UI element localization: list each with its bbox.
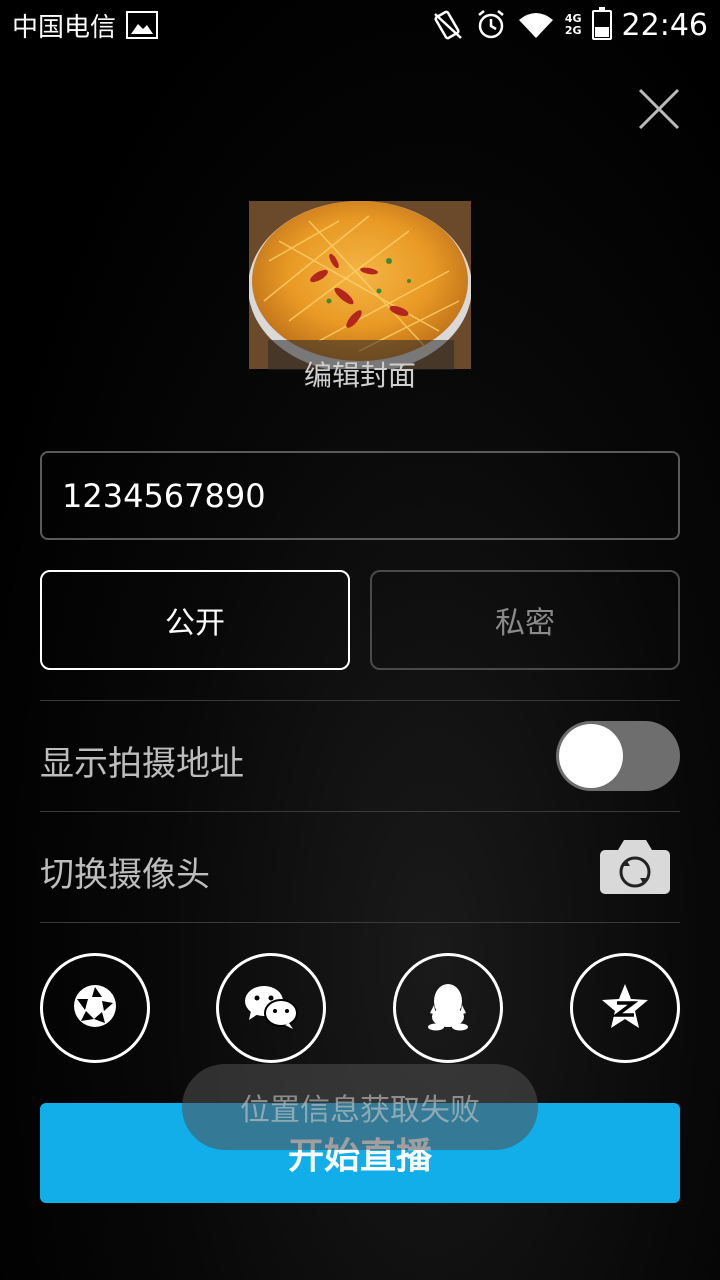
divider [40, 811, 680, 812]
wechat-icon [243, 983, 299, 1033]
moments-icon [72, 983, 118, 1033]
toast-message: 位置信息获取失败 [182, 1064, 538, 1150]
public-button[interactable]: 公开 [40, 570, 350, 670]
signal-icon: 4G 2G [565, 13, 582, 37]
private-button[interactable]: 私密 [370, 570, 680, 670]
title-input[interactable]: 1234567890 [40, 451, 680, 540]
share-moments-button[interactable] [40, 953, 150, 1063]
show-location-label: 显示拍摄地址 [40, 744, 244, 784]
wifi-icon [517, 10, 555, 40]
gallery-icon [126, 11, 159, 39]
network-type-bottom: 2G [564, 24, 582, 37]
divider [40, 700, 680, 701]
status-bar: 中国电信 4G 2G 22:46 [0, 0, 720, 50]
qzone-icon [600, 982, 650, 1034]
vibrate-icon [431, 8, 465, 42]
divider [40, 922, 680, 923]
share-qzone-button[interactable] [570, 953, 680, 1063]
show-location-toggle[interactable] [556, 721, 680, 791]
clock: 22:46 [621, 7, 708, 43]
switch-camera-label: 切换摄像头 [40, 855, 210, 895]
close-icon[interactable] [636, 86, 682, 132]
live-setup-screen: 中国电信 4G 2G 22:46 编辑封面 1234567890 公开 私密 显… [0, 0, 720, 1280]
share-wechat-button[interactable] [216, 953, 326, 1063]
carrier-name: 中国电信 [12, 12, 117, 43]
switch-camera-icon[interactable] [600, 840, 670, 894]
edit-cover-label[interactable]: 编辑封面 [249, 354, 471, 394]
qq-icon [426, 981, 470, 1035]
toggle-knob [559, 724, 623, 788]
share-qq-button[interactable] [393, 953, 503, 1063]
alarm-icon [475, 9, 507, 41]
battery-icon [591, 7, 612, 40]
